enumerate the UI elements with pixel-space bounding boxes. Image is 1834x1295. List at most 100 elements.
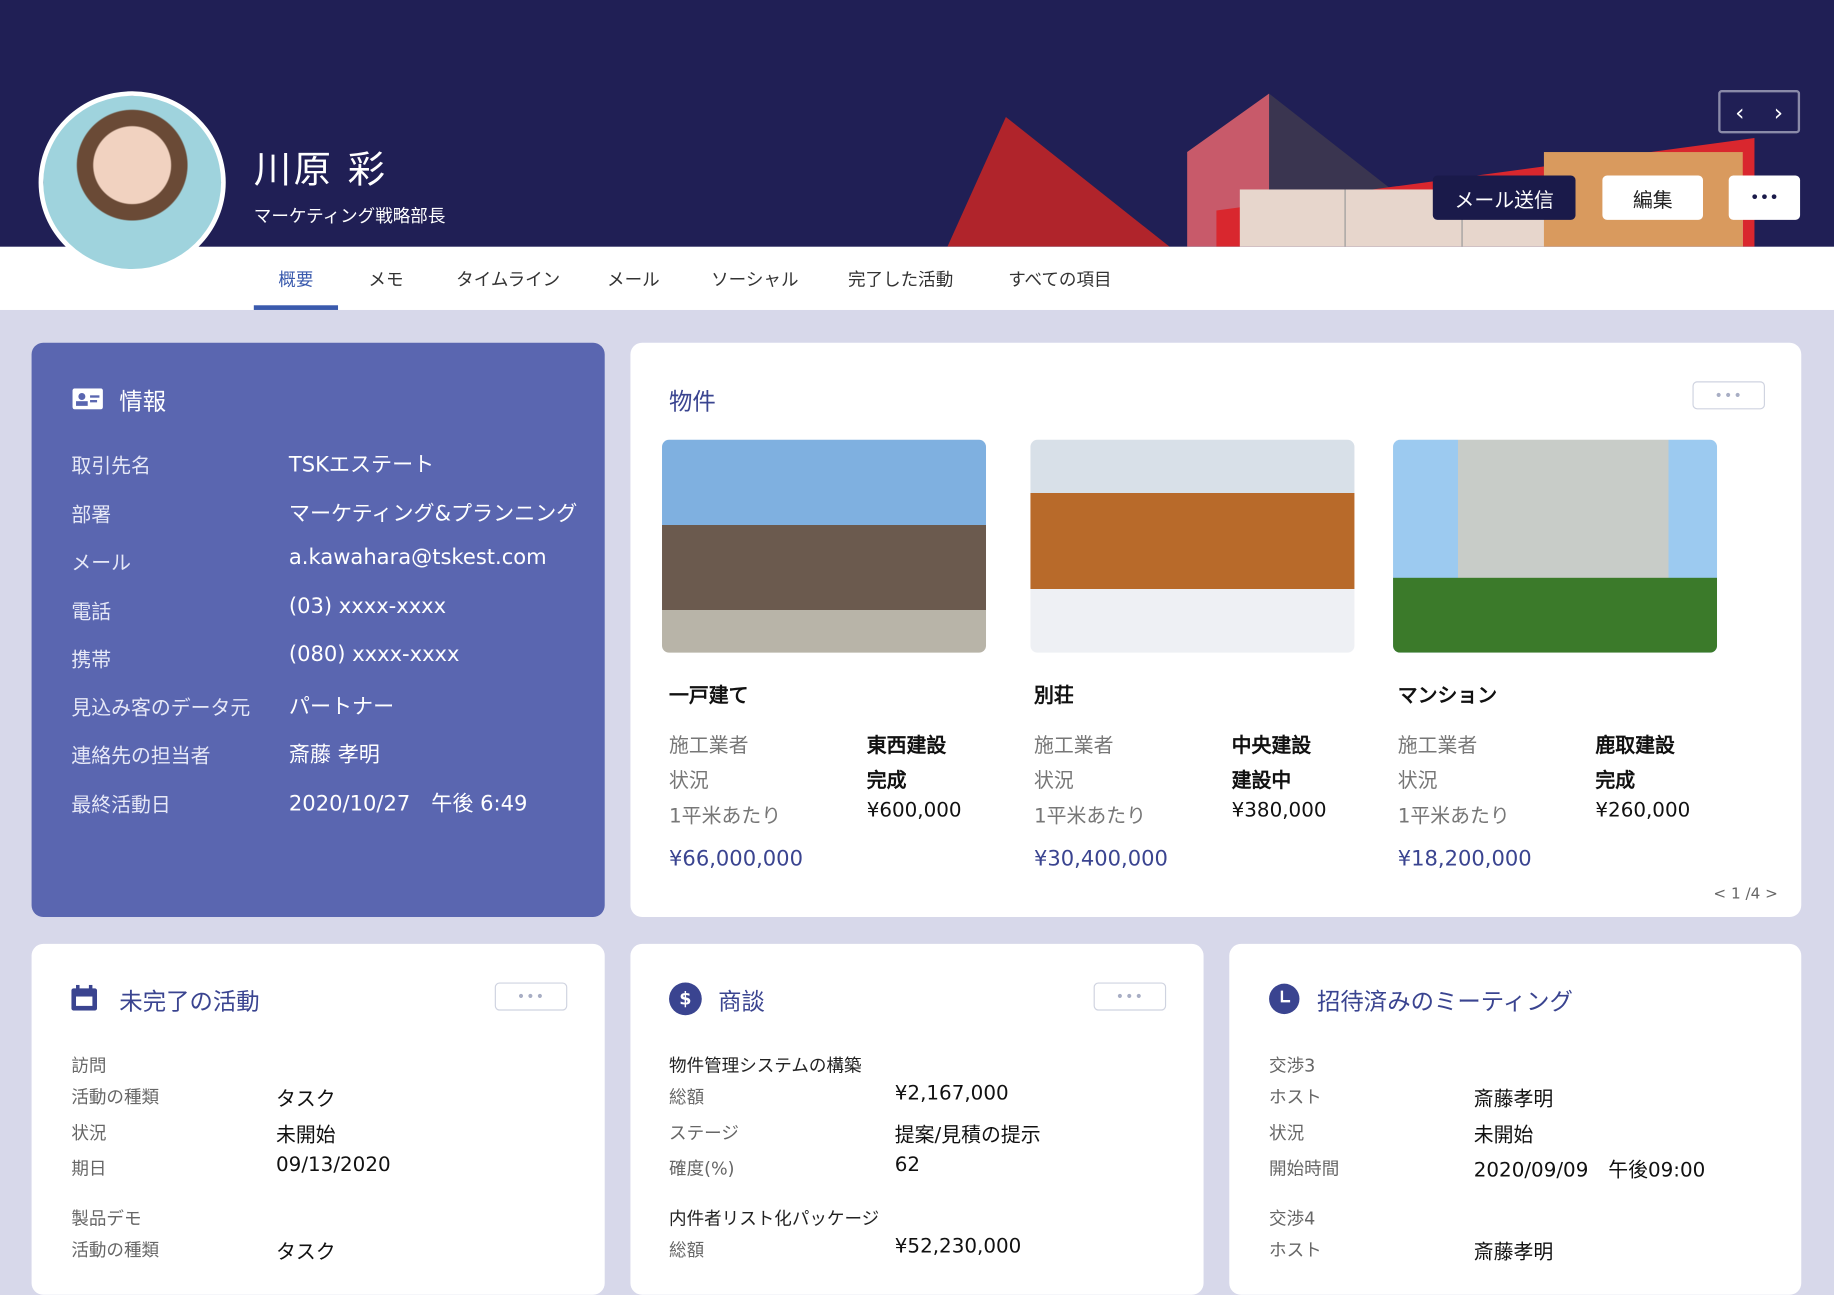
tab-overview[interactable]: 概要: [278, 267, 313, 292]
info-title: 情報: [119, 387, 167, 416]
property-label: 施工業者: [1033, 734, 1114, 758]
property-label: 1平米あたり: [1397, 804, 1510, 829]
property-name: 別荘: [1033, 684, 1074, 708]
more-actions-button[interactable]: •••: [1728, 175, 1801, 220]
row-label: ホスト: [1269, 1239, 1322, 1261]
info-label: 携帯: [71, 649, 112, 673]
house-image[interactable]: [662, 439, 987, 653]
info-label: メール: [71, 552, 131, 576]
property-price[interactable]: ¥18,200,000: [1398, 847, 1532, 872]
row-value: 斎藤孝明: [1473, 1087, 1554, 1112]
building-image: [947, 93, 1755, 247]
tab-completed-activities[interactable]: 完了した活動: [848, 267, 953, 292]
info-value: 2020/10/27 午後 6:49: [288, 791, 528, 817]
info-value: パートナー: [288, 694, 395, 720]
property-label: 施工業者: [1397, 734, 1478, 758]
property-unit-value: ¥260,000: [1595, 798, 1691, 823]
clock-icon: [1269, 983, 1300, 1015]
contact-job-title: マーケティング戦略部長: [253, 205, 446, 227]
info-label: 見込み客のデータ元: [71, 697, 251, 721]
info-value: (03) xxxx-xxxx: [288, 594, 447, 619]
property-builder-value: 東西建設: [866, 734, 947, 758]
property-builder-value: 鹿取建設: [1595, 734, 1675, 758]
row-value: タスク: [276, 1087, 336, 1112]
row-value: ¥52,230,000: [894, 1234, 1022, 1258]
info-value: (080) xxxx-xxxx: [288, 642, 460, 667]
apartment-image[interactable]: [1393, 439, 1718, 653]
property-name: 一戸建て: [669, 684, 749, 708]
row-label: 期日: [71, 1157, 107, 1179]
row-label: 開始時間: [1269, 1157, 1340, 1179]
property-builder-value: 中央建設: [1231, 734, 1312, 758]
row-value: 提案/見積の提示: [894, 1123, 1041, 1147]
row-value: タスク: [276, 1240, 336, 1264]
deals-more-button[interactable]: •••: [1093, 982, 1167, 1011]
row-label: 状況: [1269, 1122, 1305, 1144]
property-label: 状況: [1033, 769, 1074, 794]
group-title: 製品デモ: [71, 1207, 142, 1229]
tab-mail[interactable]: メール: [607, 267, 660, 292]
row-value: 09/13/2020: [276, 1153, 391, 1177]
row-label: ステージ: [669, 1122, 739, 1144]
row-value: 未開始: [1473, 1123, 1534, 1147]
tab-memo[interactable]: メモ: [368, 267, 403, 292]
property-label: 状況: [1397, 769, 1438, 794]
contact-card-icon: [72, 388, 103, 410]
property-label: 1平米あたり: [669, 804, 782, 829]
villa-image[interactable]: [1030, 439, 1355, 653]
row-value: 62: [894, 1153, 921, 1177]
tab-timeline[interactable]: タイムライン: [456, 267, 560, 292]
properties-more-button[interactable]: •••: [1692, 381, 1765, 410]
info-label: 連絡先の担当者: [71, 745, 211, 769]
avatar: [38, 91, 226, 274]
property-status-value: 完成: [1595, 769, 1636, 794]
property-label: 1平米あたり: [1033, 804, 1147, 829]
row-value: ¥2,167,000: [894, 1081, 1009, 1106]
property-unit-value: ¥380,000: [1231, 798, 1327, 823]
previous-record-button[interactable]: ‹: [1735, 98, 1744, 126]
row-value: 2020/09/09 午後09:00: [1473, 1159, 1706, 1183]
row-label: 総額: [669, 1239, 705, 1261]
row-label: ホスト: [1269, 1086, 1322, 1108]
properties-pagination[interactable]: < 1 /4 >: [1713, 885, 1777, 903]
activities-more-button[interactable]: •••: [494, 982, 568, 1011]
info-value: TSKエステート: [288, 452, 435, 478]
property-label: 状況: [669, 769, 709, 794]
group-title: 訪問: [71, 1055, 107, 1077]
property-status-value: 建設中: [1231, 769, 1292, 794]
property-price[interactable]: ¥30,400,000: [1034, 847, 1168, 872]
tab-bar: 概要 メモ タイムライン メール ソーシャル 完了した活動 すべての項目: [0, 246, 1834, 310]
contact-name: 川原 彩: [253, 147, 388, 192]
record-navigation: ‹ ›: [1718, 90, 1801, 134]
row-value: 未開始: [276, 1123, 336, 1147]
open-activities-title: 未完了の活動: [119, 987, 260, 1016]
info-label: 部署: [71, 504, 112, 528]
meetings-title: 招待済みのミーティング: [1317, 987, 1573, 1016]
info-value: a.kawahara@tskest.com: [288, 545, 547, 570]
properties-title: 物件: [669, 387, 716, 416]
dollar-icon: $: [669, 982, 702, 1016]
row-label: 状況: [71, 1122, 107, 1144]
info-card: 情報 取引先名 TSKエステート 部署 マーケティング&プランニング メール a.kawa…: [31, 342, 605, 917]
row-label: 活動の種類: [71, 1086, 160, 1108]
send-mail-button[interactable]: メール送信: [1432, 175, 1576, 220]
tab-all-items[interactable]: すべての項目: [1008, 267, 1111, 292]
property-label: 施工業者: [669, 734, 749, 758]
header-banner: 川原 彩 マーケティング戦略部長 ‹ › メール送信 編集 •••: [0, 0, 1834, 247]
row-value: 斎藤孝明: [1473, 1240, 1554, 1264]
property-unit-value: ¥600,000: [866, 798, 962, 823]
group-title: 内件者リスト化パッケージ: [669, 1207, 880, 1229]
group-title: 物件管理システムの構築: [669, 1055, 862, 1077]
property-price[interactable]: ¥66,000,000: [669, 847, 803, 872]
property-status-value: 完成: [866, 769, 907, 794]
row-label: 確度(%): [669, 1157, 735, 1179]
tab-social[interactable]: ソーシャル: [711, 267, 798, 292]
edit-button[interactable]: 編集: [1602, 175, 1703, 220]
active-tab-indicator: [253, 305, 339, 310]
calendar-icon: [71, 984, 98, 1011]
info-label: 最終活動日: [71, 794, 171, 818]
deals-title: 商談: [718, 987, 765, 1016]
info-value: マーケティング&プランニング: [288, 501, 578, 527]
info-value: 斎藤 孝明: [288, 742, 380, 768]
next-record-button[interactable]: ›: [1774, 98, 1783, 126]
